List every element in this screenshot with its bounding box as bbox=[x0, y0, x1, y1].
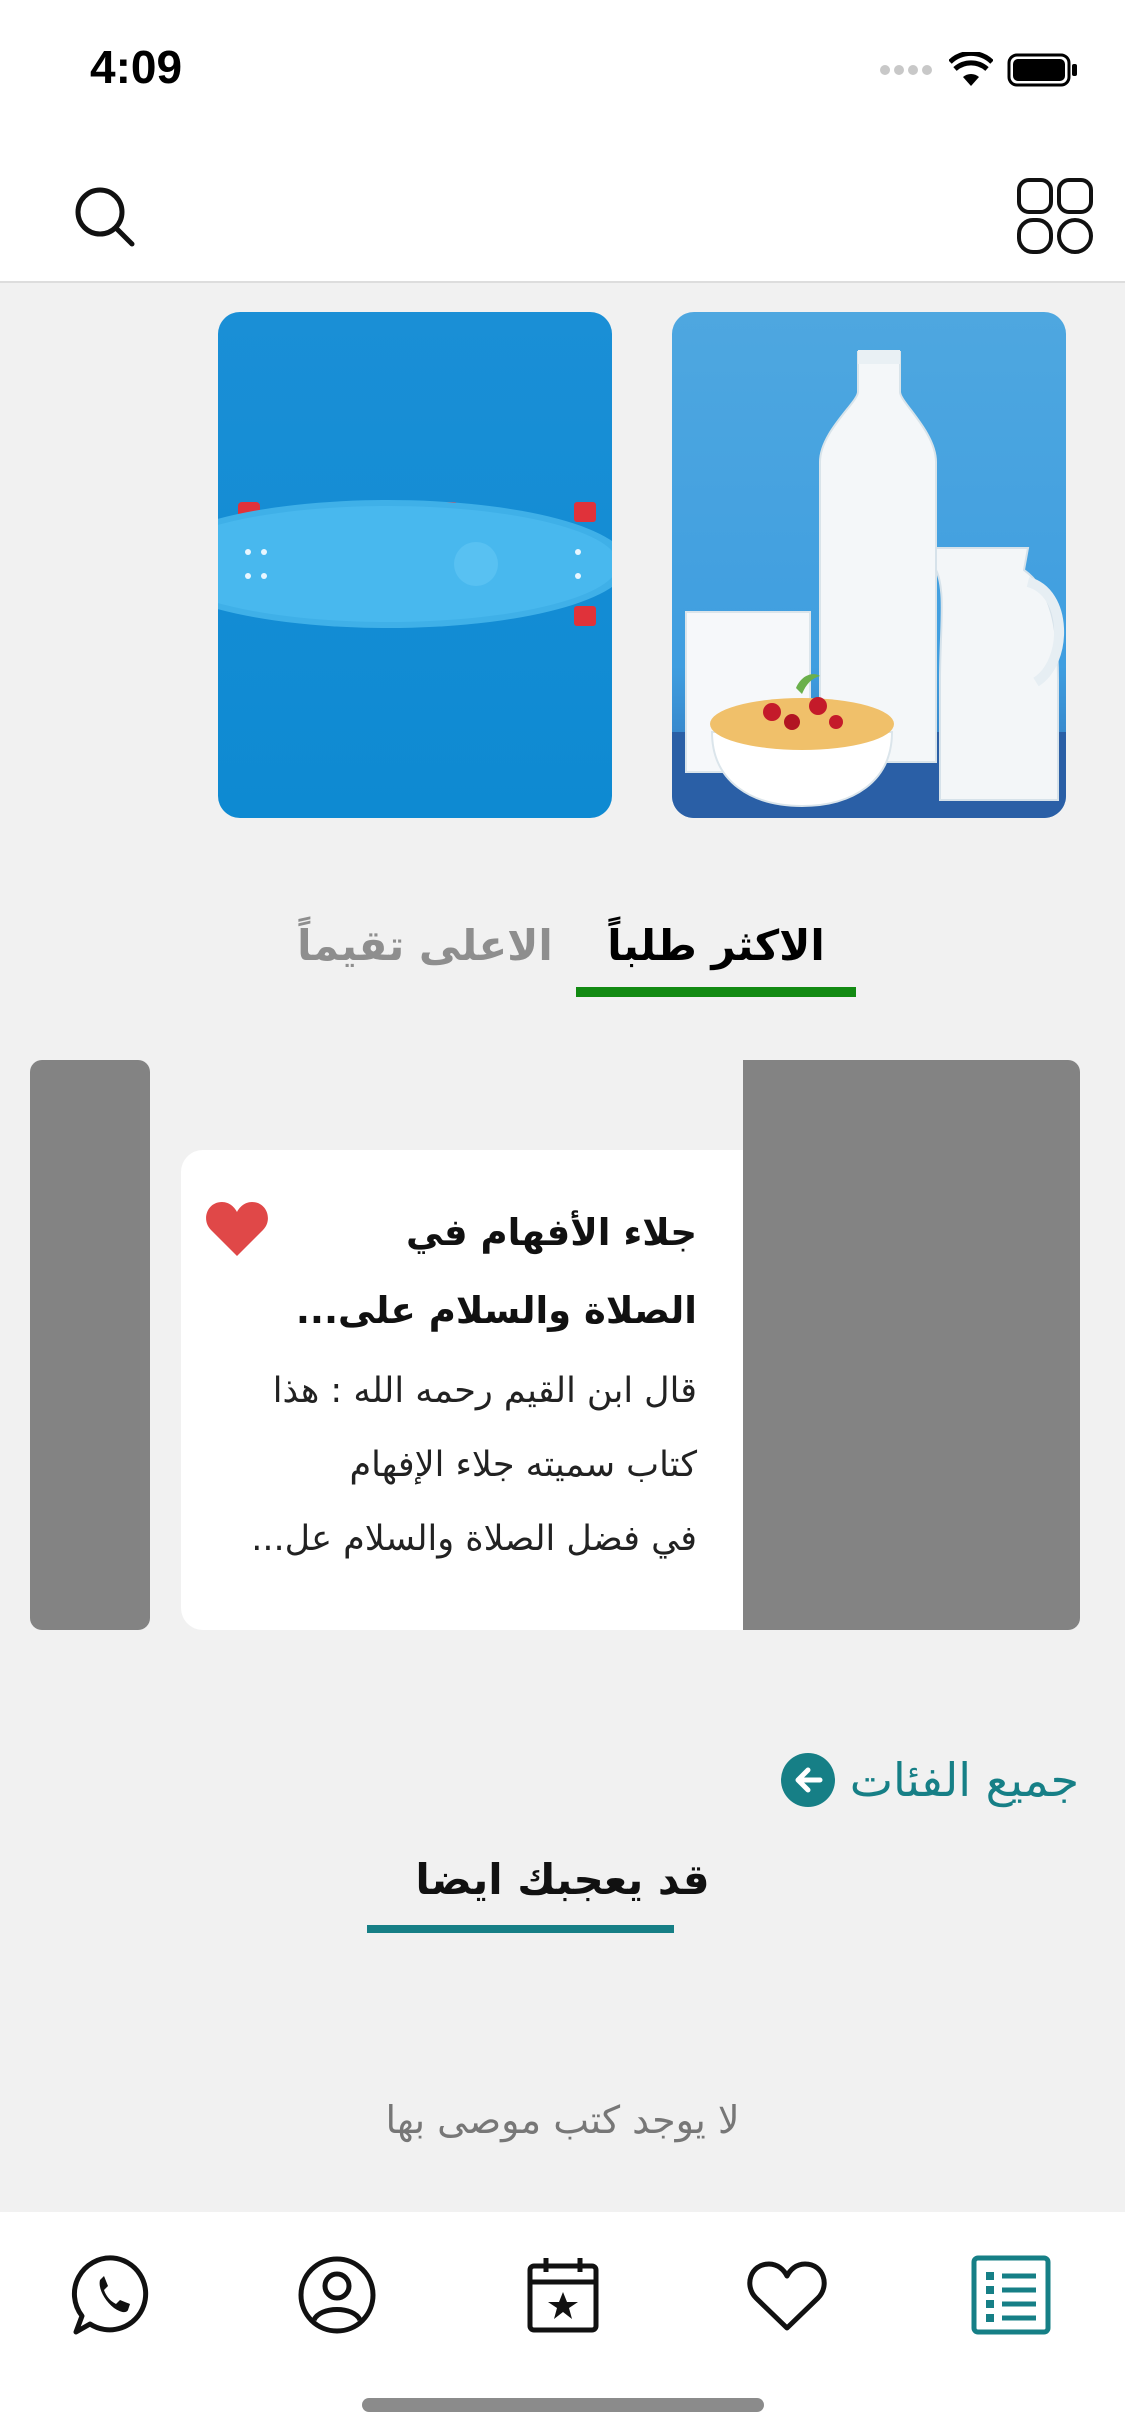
skateboard-image bbox=[218, 500, 612, 628]
all-categories-link[interactable]: جميع الفئات bbox=[780, 1745, 1079, 1815]
banner-skateboard[interactable] bbox=[218, 312, 612, 818]
carousel-card-prev[interactable] bbox=[30, 1060, 150, 1630]
tabs: الاكثر طلباً الاعلى تقيماً bbox=[0, 895, 1125, 1005]
wifi-icon bbox=[949, 52, 993, 86]
recommend-underline bbox=[367, 1925, 674, 1933]
tab-top-rated[interactable]: الاعلى تقيماً bbox=[290, 895, 560, 995]
top-bar bbox=[0, 140, 1125, 283]
list-icon bbox=[971, 2255, 1051, 2335]
milk-image bbox=[672, 350, 1066, 818]
search-icon bbox=[75, 187, 135, 247]
search-button[interactable] bbox=[70, 182, 140, 252]
tab-most-requested[interactable]: الاكثر طلباً bbox=[576, 895, 856, 995]
book-title-line1: جلاء الأفهام في bbox=[406, 1211, 697, 1254]
book-card[interactable]: جلاء الأفهام في الصلاة والسلام على... قا… bbox=[181, 1150, 743, 1630]
all-categories-label: جميع الفئات bbox=[849, 1753, 1079, 1807]
recommend-empty-text: لا يوجد كتب موصى بها bbox=[385, 2098, 740, 2142]
home-indicator bbox=[362, 2398, 764, 2412]
calendar-icon bbox=[527, 2258, 599, 2333]
book-title-line2: الصلاة والسلام على... bbox=[295, 1289, 697, 1332]
recommend-title: قد يعجبك ايضا bbox=[415, 1855, 710, 1904]
nav-profile[interactable] bbox=[292, 2250, 382, 2340]
status-icons bbox=[879, 48, 1079, 92]
profile-icon bbox=[298, 2256, 376, 2334]
book-cover[interactable] bbox=[743, 1060, 1080, 1630]
heart-filled-icon bbox=[206, 1202, 268, 1256]
banner-milk[interactable] bbox=[672, 312, 1066, 818]
nav-whatsapp[interactable] bbox=[68, 2250, 158, 2340]
arrow-left-circle-icon bbox=[780, 1753, 835, 1807]
status-bar: 4:09 bbox=[0, 0, 1125, 140]
favorite-button[interactable] bbox=[205, 1200, 269, 1258]
whatsapp-icon bbox=[71, 2255, 149, 2335]
nav-books-list[interactable] bbox=[966, 2250, 1056, 2340]
book-desc-line1: قال ابن القيم رحمه الله : هذا bbox=[272, 1371, 697, 1411]
book-description: قال ابن القيم رحمه الله : هذا كتاب سميته… bbox=[217, 1354, 697, 1576]
tab-active-indicator bbox=[576, 987, 856, 997]
nav-calendar[interactable] bbox=[518, 2250, 608, 2340]
heart-icon bbox=[747, 2261, 827, 2331]
status-time: 4:09 bbox=[90, 41, 183, 93]
signal-icon bbox=[880, 65, 932, 75]
grid-menu-button[interactable] bbox=[1015, 176, 1095, 256]
nav-favorites[interactable] bbox=[742, 2250, 832, 2340]
grid-icon bbox=[1017, 178, 1093, 254]
book-desc-line2: كتاب سميته جلاء الإفهام bbox=[349, 1445, 697, 1485]
battery-icon bbox=[1007, 53, 1077, 87]
book-desc-line3: في فضل الصلاة والسلام عل... bbox=[251, 1519, 697, 1559]
